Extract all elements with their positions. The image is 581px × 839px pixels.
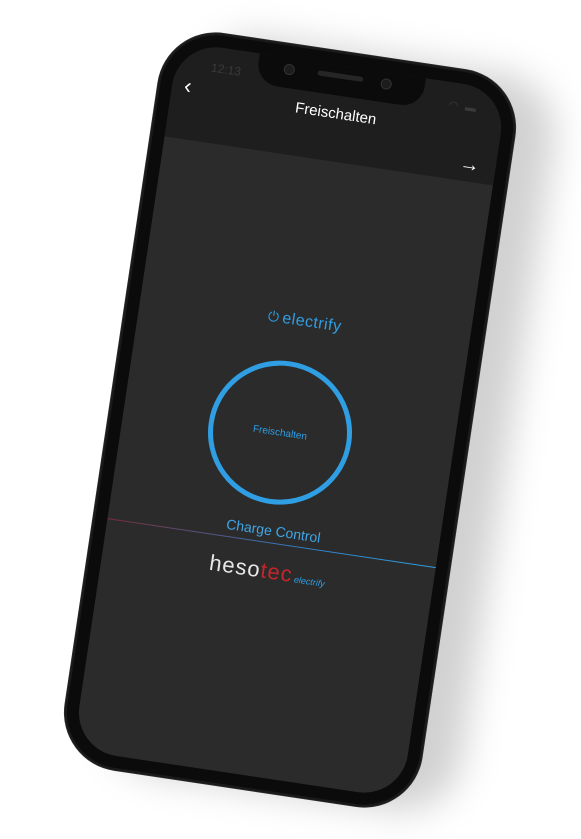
sensor-icon bbox=[379, 77, 393, 91]
logo-sub: electrify bbox=[293, 574, 326, 589]
brand-name: electrify bbox=[281, 309, 343, 336]
logo-part-tec: tec bbox=[258, 557, 295, 587]
battery-icon: ▬ bbox=[464, 101, 479, 116]
camera-icon bbox=[283, 63, 296, 76]
arrow-right-icon: → bbox=[458, 152, 482, 178]
unlock-button-label: Freischalten bbox=[252, 423, 308, 443]
status-time: 12:13 bbox=[210, 60, 242, 79]
unlock-button[interactable]: Freischalten bbox=[198, 350, 362, 515]
stage: 12:13 ◠ ▬ ‹ Freischalten → ⏻electrify Fr… bbox=[0, 0, 581, 839]
status-icons: ◠ ▬ bbox=[448, 98, 479, 115]
forward-button[interactable]: → bbox=[458, 152, 481, 178]
logo-part-heso: heso bbox=[207, 549, 263, 583]
electrify-logo: ⏻electrify bbox=[139, 289, 470, 356]
speaker-grille bbox=[317, 70, 364, 83]
power-icon: ⏻ bbox=[266, 307, 281, 326]
wifi-icon: ◠ bbox=[447, 99, 462, 113]
navigation-bar: 12:13 ◠ ▬ ‹ Freischalten → bbox=[164, 41, 508, 186]
